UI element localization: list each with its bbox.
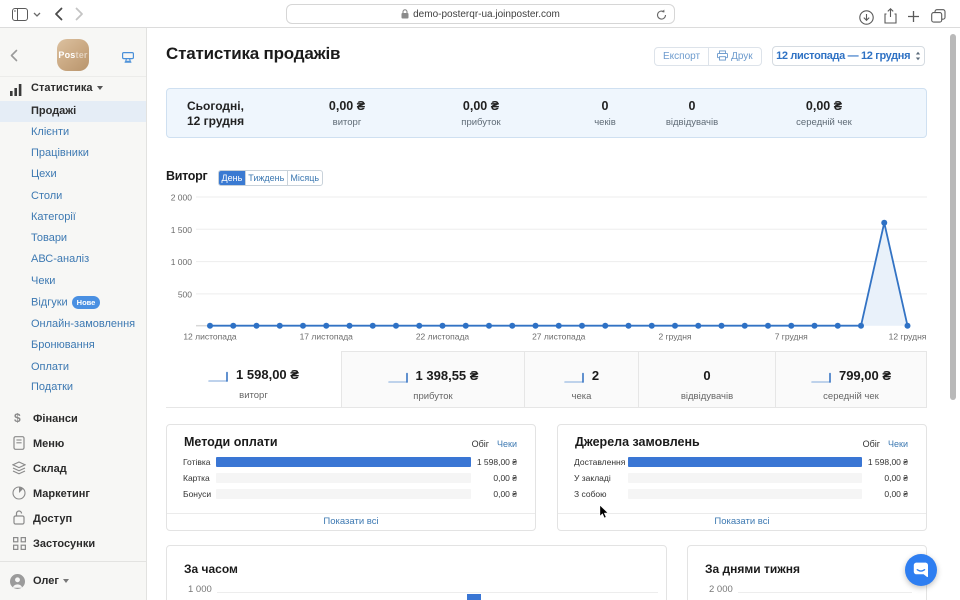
svg-text:500: 500 (178, 289, 192, 299)
svg-text:22 листопада: 22 листопада (416, 332, 470, 342)
svg-text:17 листопада: 17 листопада (300, 332, 354, 342)
svg-text:1 000: 1 000 (171, 257, 193, 267)
svg-text:12 листопада: 12 листопада (183, 332, 237, 342)
svg-text:7 грудня: 7 грудня (775, 332, 808, 342)
svg-text:12 грудня: 12 грудня (889, 332, 927, 342)
svg-text:1 500: 1 500 (171, 225, 193, 235)
svg-text:2 грудня: 2 грудня (658, 332, 691, 342)
svg-text:27 листопада: 27 листопада (532, 332, 586, 342)
svg-text:2 000: 2 000 (171, 193, 193, 203)
